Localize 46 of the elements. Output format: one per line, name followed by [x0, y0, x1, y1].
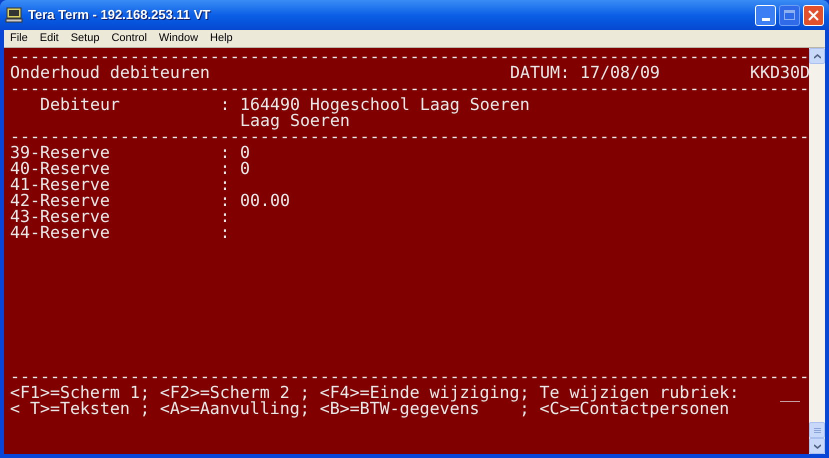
- field-separator: :: [220, 177, 231, 193]
- field-label: Debiteur: [40, 97, 121, 113]
- terminal-icon: [5, 7, 23, 23]
- field-label: 41-Reserve: [10, 177, 111, 193]
- dashed-rule: --------------------------------------------------------------------------------: [10, 81, 809, 97]
- scroll-thumb[interactable]: [809, 422, 825, 438]
- maximize-button[interactable]: [779, 4, 800, 26]
- input-field[interactable]: __: [780, 385, 800, 401]
- field-label: 42-Reserve: [10, 193, 111, 209]
- date-value: 17/08/09: [580, 65, 661, 81]
- field-label: 43-Reserve: [10, 209, 111, 225]
- field-value: 0: [240, 161, 250, 177]
- menu-item[interactable]: Setup: [64, 30, 106, 47]
- field-separator: :: [220, 193, 231, 209]
- minimize-button[interactable]: [755, 4, 776, 26]
- scroll-up-button[interactable]: [809, 48, 825, 64]
- field-separator: :: [220, 97, 231, 113]
- dashed-rule: --------------------------------------------------------------------------------: [10, 369, 809, 385]
- close-icon: [808, 10, 819, 20]
- menu-item[interactable]: Control: [105, 30, 153, 47]
- scroll-down-button[interactable]: [809, 438, 825, 454]
- program-code: KKD30D: [750, 65, 809, 81]
- menu-item[interactable]: Help: [204, 30, 239, 47]
- scrollbar[interactable]: [809, 48, 825, 454]
- function-key-legend: < T>=Teksten ; <A>=Aanvulling; <B>=BTW-gegevens ; <C>=Contactpersonen: [10, 401, 730, 417]
- screen-title: Onderhoud debiteuren: [10, 65, 211, 81]
- field-value: Laag Soeren: [240, 113, 350, 129]
- field-value: 0: [240, 145, 250, 161]
- window-title: Tera Term - 192.168.253.11 VT: [28, 6, 210, 24]
- menu-item[interactable]: Edit: [34, 30, 65, 47]
- field-label: 40-Reserve: [10, 161, 111, 177]
- dashed-rule: --------------------------------------------------------------------------------: [10, 49, 809, 65]
- field-separator: :: [220, 209, 231, 225]
- field-label: 44-Reserve: [10, 225, 111, 241]
- menu-item[interactable]: Window: [152, 30, 204, 47]
- dashed-rule: --------------------------------------------------------------------------------: [10, 129, 809, 145]
- field-separator: :: [220, 145, 231, 161]
- close-button[interactable]: [803, 4, 824, 26]
- date-label: DATUM:: [510, 65, 571, 81]
- function-key-legend: <F1>=Scherm 1; <F2>=Scherm 2 ; <F4>=Einde wijziging; Te wijzigen rubriek:: [10, 385, 780, 401]
- field-label: 39-Reserve: [10, 145, 111, 161]
- field-value: 00.00: [240, 193, 290, 209]
- field-separator: :: [220, 225, 231, 241]
- field-value: 164490 Hogeschool Laag Soeren: [240, 97, 530, 113]
- menu-item[interactable]: File: [4, 30, 34, 47]
- field-separator: :: [220, 161, 231, 177]
